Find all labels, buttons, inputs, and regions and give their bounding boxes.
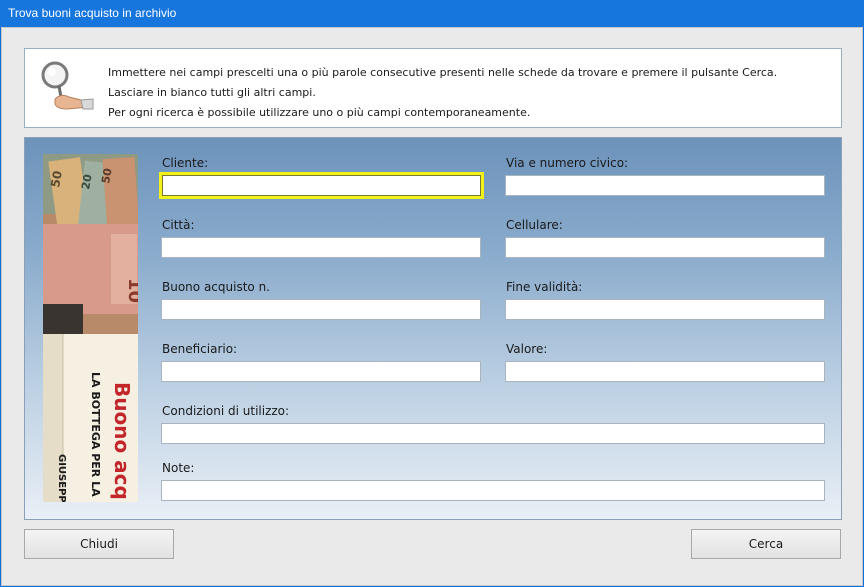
info-line-1: Immettere nei campi prescelti una o più … (108, 66, 778, 79)
info-line-3: Per ogni ricerca è possibile utilizzare … (108, 106, 531, 119)
banknote-label: 50 (48, 170, 65, 189)
voucher-image: 50 20 50 10 Buono acq LA BOTTEGA PER LA … (43, 154, 138, 502)
search-form-panel: 50 20 50 10 Buono acq LA BOTTEGA PER LA … (24, 137, 842, 520)
beneficiario-input[interactable] (161, 361, 481, 382)
citta-input[interactable] (161, 237, 481, 258)
magnifier-icon (41, 61, 94, 110)
valore-label: Valore: (506, 342, 548, 356)
valore-input[interactable] (505, 361, 825, 382)
voucher-name: GIUSEPP (56, 454, 67, 502)
condizioni-input[interactable] (161, 423, 825, 444)
buono-input[interactable] (161, 299, 481, 320)
info-line-2: Lasciare in bianco tutti gli altri campi… (108, 86, 316, 99)
search-button[interactable]: Cerca (691, 529, 841, 559)
voucher-shop: LA BOTTEGA PER LA (89, 372, 102, 497)
via-label: Via e numero civico: (506, 156, 629, 170)
info-box: Immettere nei campi prescelti una o più … (24, 48, 842, 128)
dialog-body: Immettere nei campi prescelti una o più … (1, 27, 863, 586)
close-button[interactable]: Chiudi (24, 529, 174, 559)
cliente-label: Cliente: (162, 156, 209, 170)
info-text: Immettere nei campi prescelti una o più … (108, 63, 777, 123)
note-input[interactable] (161, 480, 825, 501)
via-input[interactable] (505, 175, 825, 196)
banknote-label: 50 (99, 167, 115, 185)
window-title: Trova buoni acquisto in archivio (8, 6, 177, 20)
citta-label: Città: (162, 218, 195, 232)
banknote-label: 20 (79, 173, 95, 191)
cellulare-input[interactable] (505, 237, 825, 258)
note-label: Note: (162, 461, 195, 475)
fine-input[interactable] (505, 299, 825, 320)
fine-label: Fine validità: (506, 280, 583, 294)
voucher-title: Buono acq (110, 382, 134, 500)
cliente-input[interactable] (159, 172, 484, 199)
banknote-label: 10 (124, 278, 138, 303)
condizioni-label: Condizioni di utilizzo: (162, 404, 290, 418)
voucher-illustration: 50 20 50 10 Buono acq LA BOTTEGA PER LA … (43, 154, 138, 502)
beneficiario-label: Beneficiario: (162, 342, 238, 356)
buono-label: Buono acquisto n. (162, 280, 270, 294)
window-titlebar: Trova buoni acquisto in archivio (0, 0, 864, 27)
cellulare-label: Cellulare: (506, 218, 563, 232)
